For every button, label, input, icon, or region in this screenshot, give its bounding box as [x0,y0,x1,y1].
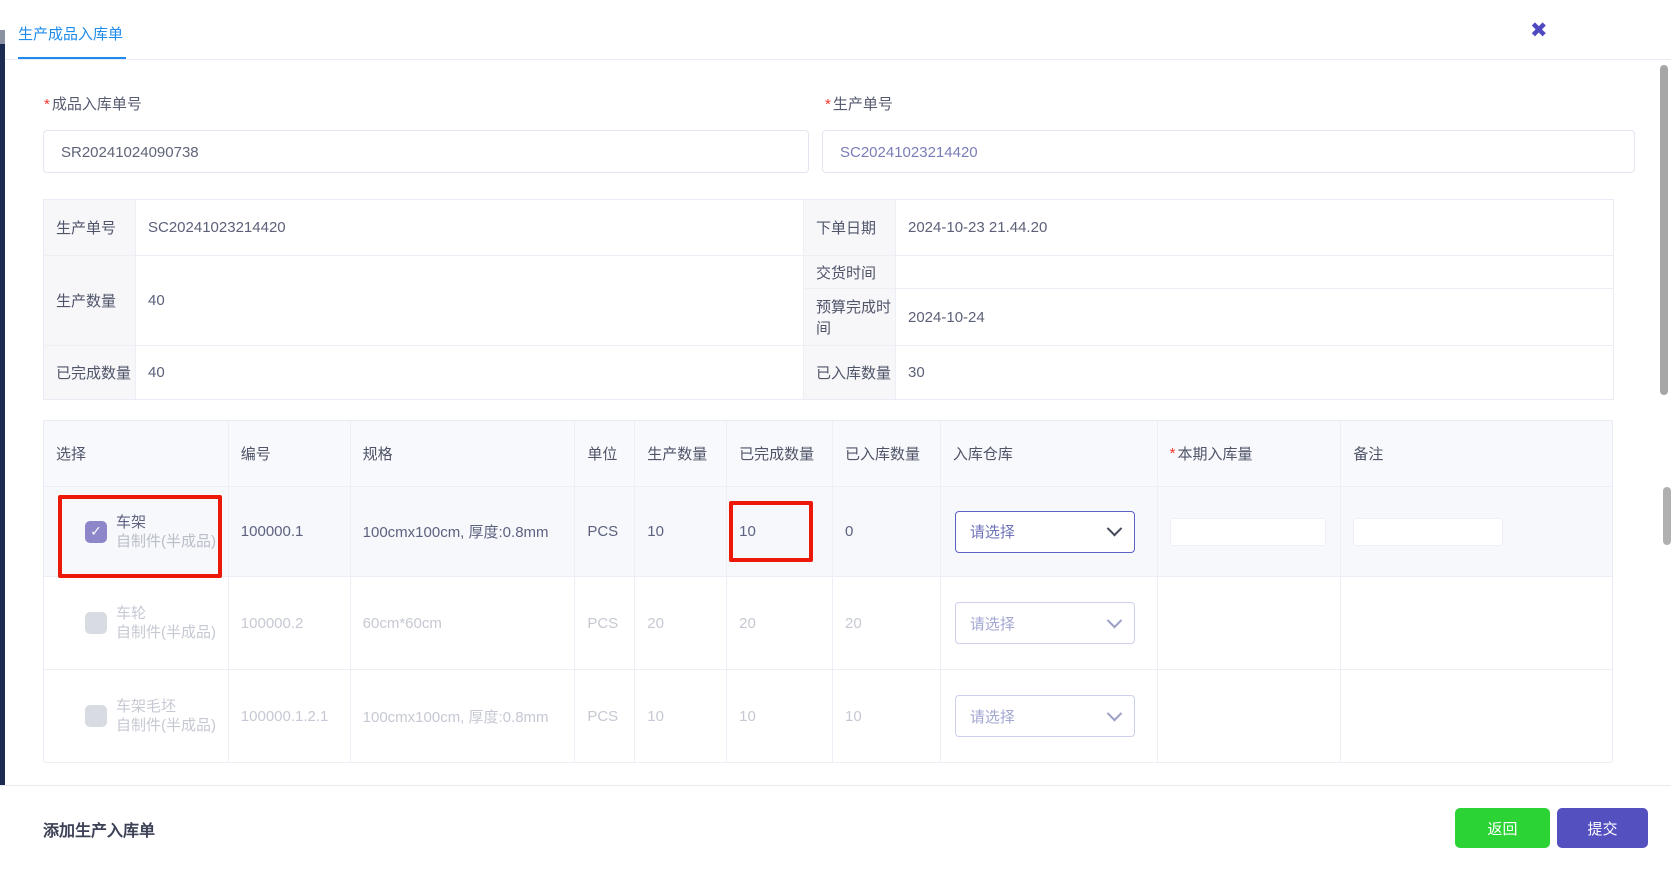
select-cell: 车轮自制件(半成品) [44,577,229,669]
info-value: 40 [136,256,804,346]
chevron-down-icon [1106,705,1123,721]
info-value: SC20241023214420 [136,200,804,256]
prod-qty-cell: 20 [635,577,728,669]
add-warehousing-form-link[interactable]: 添加生产入库单 [43,817,155,841]
col-done-qty: 已完成数量 [727,421,834,486]
back-button[interactable]: 返回 [1455,808,1550,848]
prod-qty-cell: 10 [635,670,728,762]
code-cell: 100000.1 [229,487,351,576]
backdrop-edge [0,30,5,785]
info-value: 2024-10-23 21.44.20 [896,200,1613,256]
info-label: 预算完成时间 [804,289,896,346]
row-checkbox-checked[interactable]: ✓ [85,520,107,543]
col-code: 编号 [229,421,351,486]
production-no-input[interactable]: SC20241023214420 [822,130,1635,173]
col-spec: 规格 [351,421,576,486]
product-category: 自制件(半成品) [116,532,216,550]
current-qty-input[interactable] [1169,517,1326,546]
close-icon[interactable]: ✖ [1530,18,1548,43]
info-value: 40 [136,346,804,399]
done-qty-cell: 10 [727,670,834,762]
col-unit: 单位 [575,421,636,486]
code-cell: 100000.1.2.1 [229,670,351,762]
unit-cell: PCS [575,577,636,669]
row-checkbox-unchecked[interactable] [85,612,107,634]
production-no-label: * 生产单号 [825,96,893,113]
current-qty-cell [1158,670,1342,762]
remark-cell [1341,577,1612,669]
info-label: 生产单号 [44,200,136,256]
done-qty-cell: 20 [727,577,834,669]
warehouse-cell: 请选择 [941,577,1158,669]
info-label: 下单日期 [804,200,896,256]
warehouse-select[interactable]: 请选择 [954,695,1135,737]
prod-qty-cell: 10 [635,487,728,576]
spec-cell: 100cmx100cm, 厚度:0.8mm [351,670,576,762]
current-qty-cell [1158,487,1342,576]
code-cell: 100000.2 [229,577,351,669]
select-cell: ✓ 车架 自制件(半成品) [44,487,229,576]
chevron-down-icon [1106,612,1123,628]
spec-cell: 100cmx100cm, 厚度:0.8mm [351,487,576,576]
info-value: 2024-10-24 [896,289,1613,346]
table-row: 车架毛坯自制件(半成品) 100000.1.2.1 100cmx100cm, 厚… [44,670,1612,763]
info-label: 已入库数量 [804,346,896,399]
product-name: 车架毛坯 [116,698,177,715]
unit-cell: PCS [575,487,636,576]
required-asterisk: * [44,96,50,113]
submit-button[interactable]: 提交 [1557,808,1648,848]
table-row: ✓ 车架 自制件(半成品) 100000.1 100cmx100cm, 厚度:0.… [44,487,1612,577]
row-checkbox-unchecked[interactable] [85,705,107,727]
product-category: 自制件(半成品) [116,717,216,734]
header-divider [5,59,1671,60]
remark-cell [1341,670,1612,762]
required-asterisk: * [1169,445,1176,462]
stored-qty-cell: 0 [833,487,941,576]
order-info-table: 生产单号 SC20241023214420 生产数量 40 已完成数量 40 下… [43,199,1614,400]
required-asterisk: * [825,96,831,113]
col-select: 选择 [44,421,229,486]
backdrop-edge-notch [0,30,5,44]
product-table-header: 选择 编号 规格 单位 生产数量 已完成数量 已入库数量 入库仓库 * 本期入库量… [44,421,1612,487]
receipt-no-label: * 成品入库单号 [44,96,142,113]
col-stored-qty: 已入库数量 [833,421,941,486]
product-table: 选择 编号 规格 单位 生产数量 已完成数量 已入库数量 入库仓库 * 本期入库量… [43,420,1613,763]
footer-divider [0,785,1671,786]
info-label: 交货时间 [804,256,896,289]
tab-production-warehousing[interactable]: 生产成品入库单 [18,24,123,46]
remark-cell [1341,487,1612,576]
warehousing-modal: 生产成品入库单 ✖ * 成品入库单号 SR20241024090738 * 生产单号… [0,0,1671,870]
col-remark: 备注 [1353,446,1384,463]
receipt-no-input[interactable]: SR20241024090738 [43,130,809,173]
product-category: 自制件(半成品) [116,624,216,641]
product-name: 车轮 [116,605,147,622]
table-scrollbar-thumb[interactable] [1663,487,1671,545]
info-value: 30 [896,346,1613,399]
stored-qty-cell: 20 [833,577,941,669]
done-qty-cell: 10 [727,487,834,576]
current-qty-cell [1158,577,1342,669]
table-row: 车轮 自制件(半成品) 100000.2 60cm*60cm PCS 20 20 … [44,577,1612,670]
spec-cell: 60cm*60cm [351,577,576,669]
warehouse-cell: 请选择 [941,487,1158,576]
info-label: 生产数量 [44,256,136,346]
col-prod-qty: 生产数量 [635,421,728,486]
col-current-qty: * 本期入库量 [1158,421,1342,486]
select-cell: 车架毛坯自制件(半成品) [44,670,229,762]
vertical-scrollbar-thumb[interactable] [1660,65,1668,395]
chevron-down-icon [1106,520,1123,537]
remark-input[interactable] [1353,517,1504,546]
product-name: 车架 [116,513,147,531]
stored-qty-cell: 10 [833,670,941,762]
warehouse-cell: 请选择 [941,670,1158,762]
warehouse-select[interactable]: 请选择 [954,510,1135,553]
warehouse-select[interactable]: 请选择 [954,602,1135,644]
info-label: 已完成数量 [44,346,136,399]
check-icon: ✓ [90,523,102,539]
unit-cell: PCS [575,670,636,762]
info-value [896,256,1613,289]
col-warehouse: 入库仓库 [941,421,1158,486]
